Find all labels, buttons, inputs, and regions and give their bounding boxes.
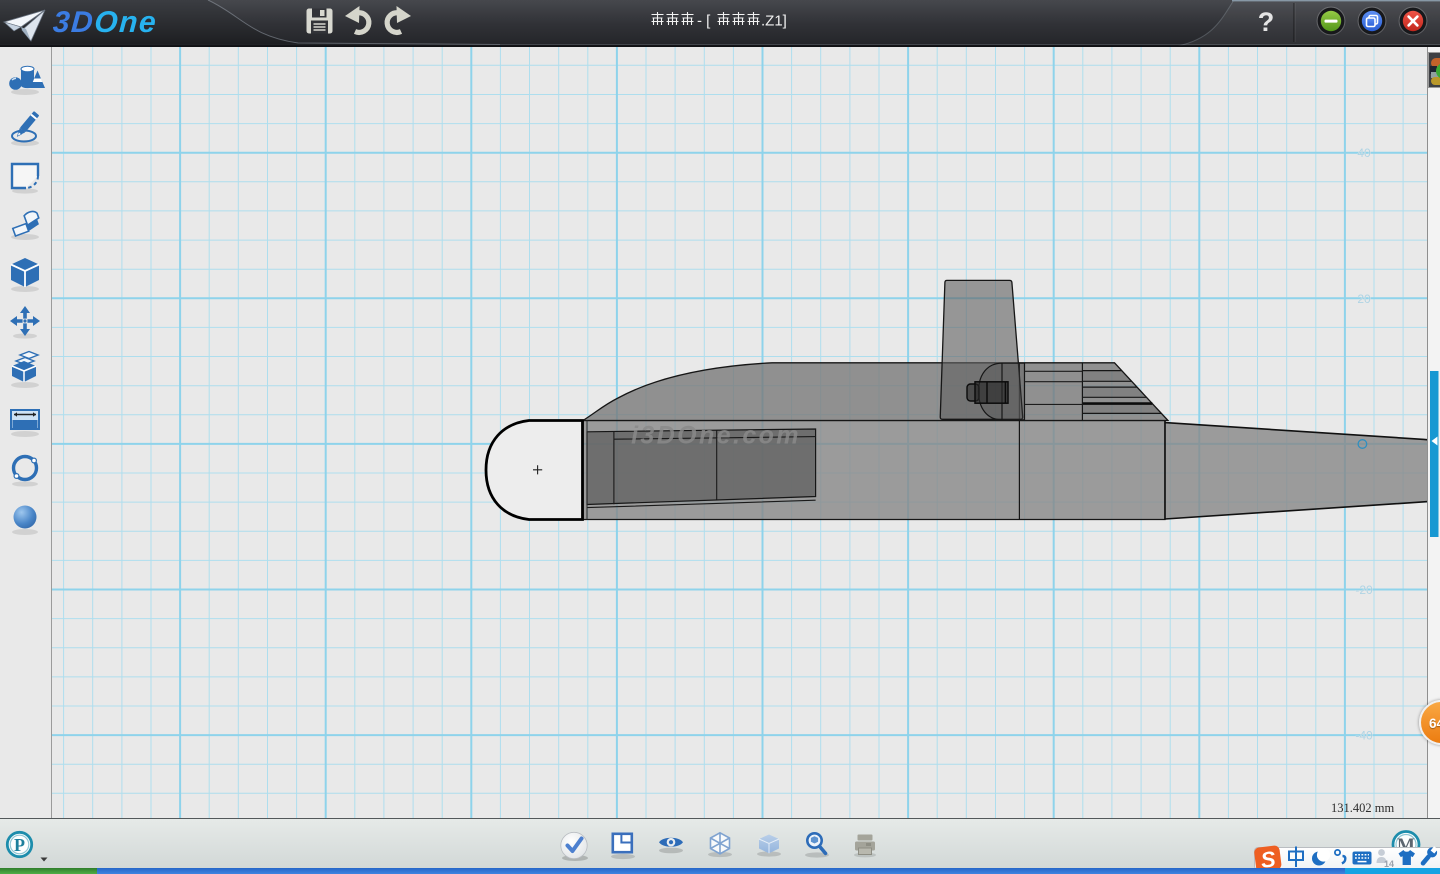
svg-text:-20: -20 xyxy=(1355,583,1373,597)
svg-text:-40: -40 xyxy=(1355,729,1373,743)
svg-text:20: 20 xyxy=(1357,292,1371,306)
svg-text:i3DOne.com: i3DOne.com xyxy=(631,422,801,450)
svg-text:40: 40 xyxy=(1357,146,1371,160)
svg-text:.Z1]: .Z1] xyxy=(761,13,787,30)
svg-text:?: ? xyxy=(1258,7,1275,37)
svg-text:14: 14 xyxy=(1384,859,1394,868)
svg-text:P: P xyxy=(14,835,25,855)
svg-text:- [: - [ xyxy=(697,13,711,30)
